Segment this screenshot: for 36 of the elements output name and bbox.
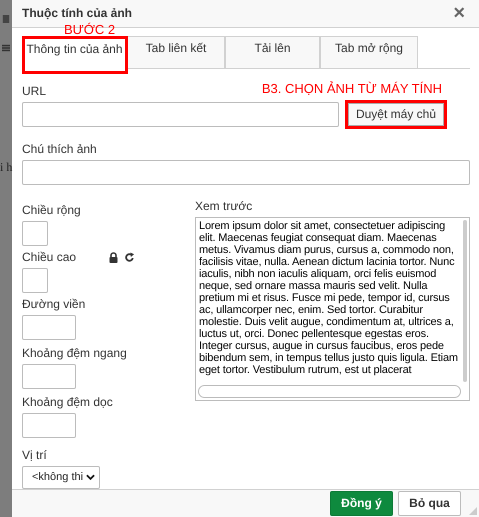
preview-text: Lorem ipsum dolor sit amet, consectetuer adipiscing elit. Maecenas feugiat consequat diam. Maecenas metus. Vivamus diam purus, cursus a, commodo non, facilisis vitae, nulla. Aenean dictum lacinia tortor. Nunc iaculis, nibh non iaculis aliquam, orci felis euismod neque, sed ornare massa mauris sed velit. Nulla pretium mi et risus. Fusce mi pede, tempor id, cursus ac, ullamcorper nec, enim. Sed tortor. Curabitur molestie. Duis velit augue, condimentum at, ultrices a, luctus ut, orci. Donec pellentesque egestas eros. Integer cursus, augue in cursus faucibus, eros pede bibendum sem, in tempus tellus justo quis ligula. Etiam eget tortor. Vestibulum rutrum, est ut placerat: [199, 220, 459, 376]
field-label: Khoảng đệm ngang: [22, 346, 127, 361]
field-label: Đường viền: [22, 296, 86, 312]
input-field[interactable]: [22, 314, 76, 340]
browse-button[interactable]: Duyệt máy chủ: [348, 102, 444, 126]
field-label: Chú thích ảnh: [22, 142, 97, 157]
annotation-text: BƯỚC 2: [64, 22, 116, 37]
ok-button[interactable]: Đồng ý: [330, 490, 393, 516]
close-button[interactable]: ×: [449, 3, 469, 24]
input-field[interactable]: [22, 412, 76, 438]
resize-grip-icon[interactable]: [469, 507, 477, 515]
toolbar-icon: [2, 14, 10, 24]
field-label: Chiều rộng: [22, 202, 81, 218]
cancel-button[interactable]: Bỏ qua: [398, 490, 461, 516]
refresh-icon[interactable]: [124, 252, 136, 263]
field-label: Khoảng đệm dọc: [22, 394, 113, 410]
dropdown[interactable]: <không thi: [22, 466, 100, 489]
window-title: Thuộc tính của ảnh: [22, 6, 132, 20]
tab[interactable]: Tab mở rộng: [320, 36, 418, 68]
input-field[interactable]: [22, 102, 339, 127]
field-label: Chiều cao: [22, 250, 76, 265]
menu-icon: [2, 44, 10, 52]
lock-icon[interactable]: [108, 252, 120, 263]
scrollbar[interactable]: [463, 220, 467, 382]
field-label: Xem trước: [195, 198, 254, 214]
annotation-text: B3. CHỌN ẢNH TỪ MÁY TÍNH: [262, 80, 442, 96]
input-field[interactable]: [22, 364, 76, 389]
field-label: Vị trí: [22, 448, 47, 463]
input-field[interactable]: [22, 220, 48, 246]
input-field[interactable]: [22, 160, 470, 185]
field-label: URL: [22, 84, 46, 99]
input-field[interactable]: [22, 268, 48, 293]
scrollbar[interactable]: [198, 384, 461, 398]
tab[interactable]: Tải lên: [225, 36, 320, 68]
tab[interactable]: Tab liên kết: [127, 36, 225, 68]
chevron-down-icon: [86, 474, 95, 481]
